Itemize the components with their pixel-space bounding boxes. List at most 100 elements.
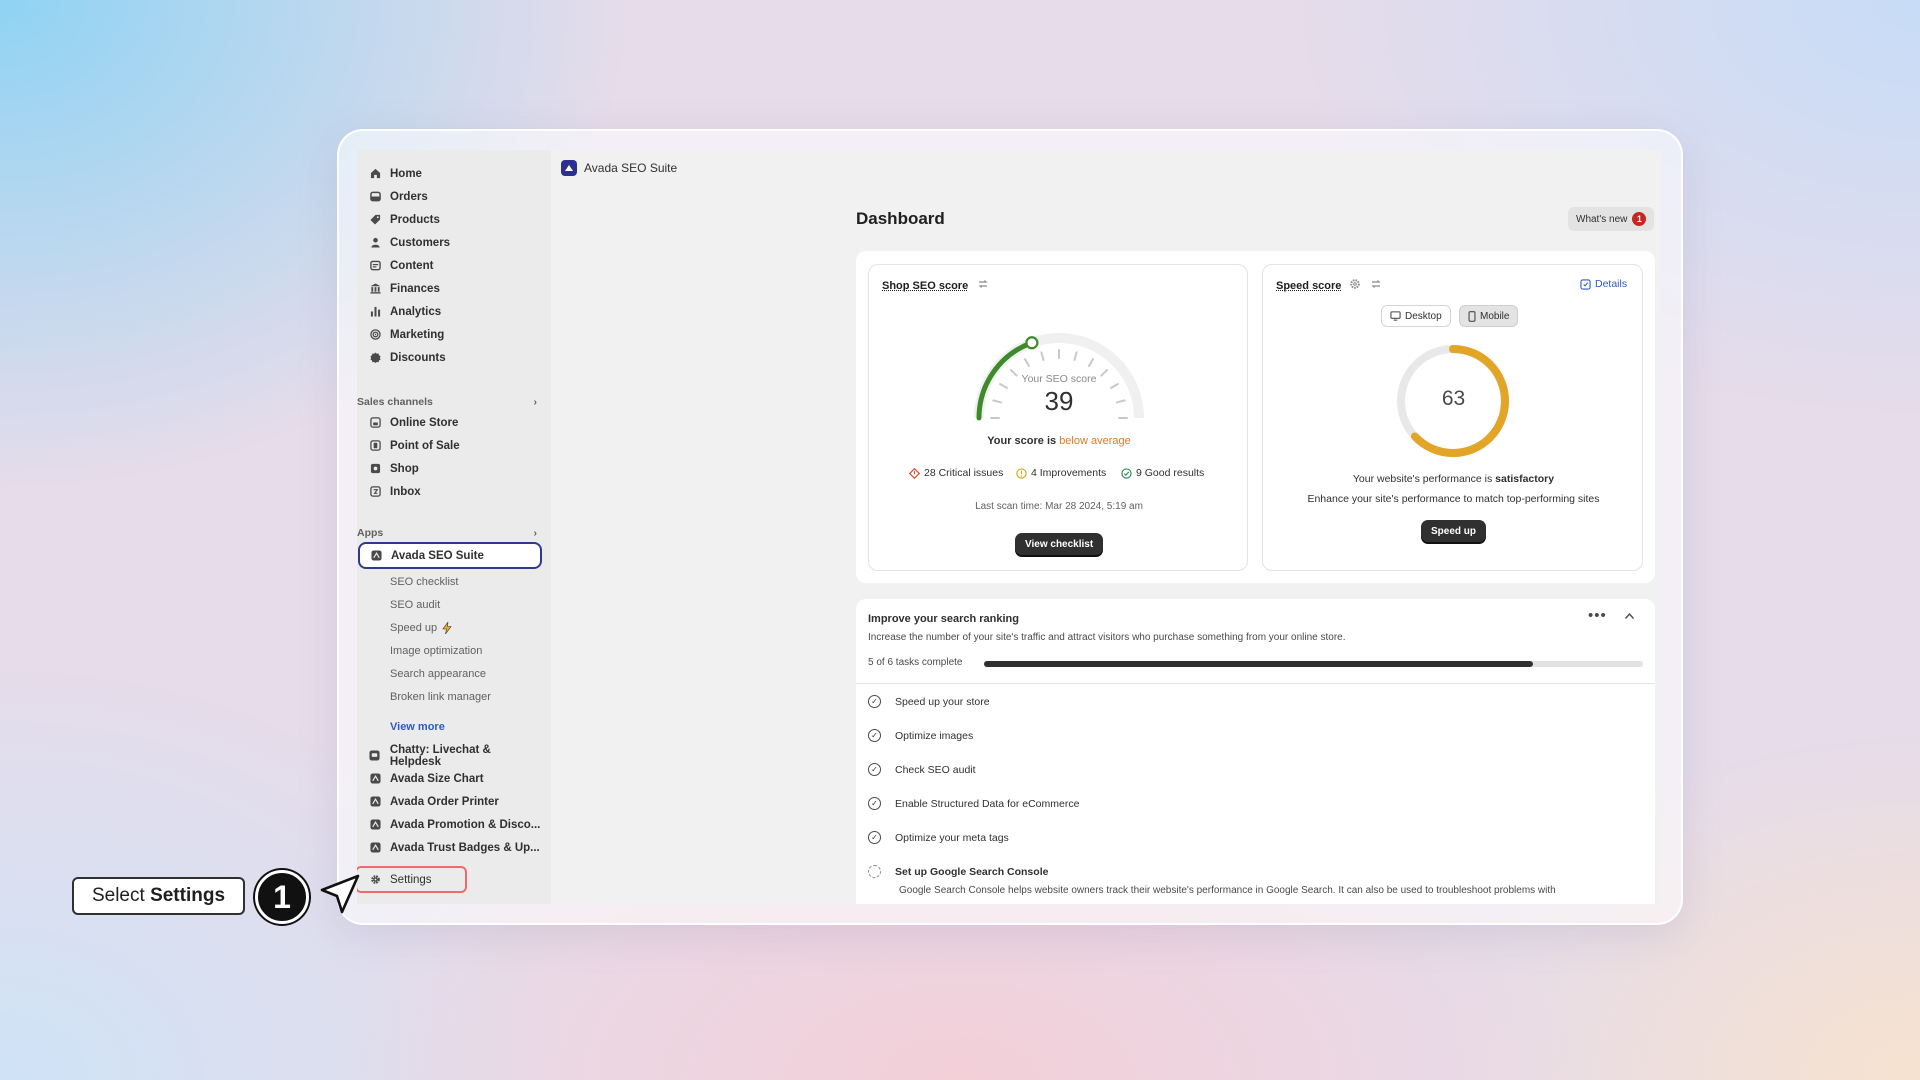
- home-icon: [369, 168, 381, 180]
- details-label: Details: [1595, 278, 1628, 290]
- check-circle-icon: ✓: [868, 695, 881, 708]
- sidebar-item-point-of-sale[interactable]: Point of Sale: [357, 434, 543, 457]
- sidebar-item-finances[interactable]: Finances: [357, 277, 543, 300]
- sidebar-item-label: Avada Size Chart: [390, 772, 484, 785]
- performance-value: satisfactory: [1495, 473, 1555, 485]
- sidebar-item-label: Orders: [390, 190, 428, 203]
- sidebar-item-label: Inbox: [390, 485, 421, 498]
- sidebar-sub-label: Speed up: [390, 622, 438, 634]
- sidebar-item-avada-promotion[interactable]: Avada Promotion & Disco...: [357, 813, 543, 836]
- task-item[interactable]: ✓ Optimize images: [868, 729, 973, 742]
- sidebar-sub-image-optimization[interactable]: Image optimization: [390, 641, 482, 661]
- check-circle-icon: ✓: [868, 729, 881, 742]
- app-icon: [369, 796, 381, 808]
- improve-description: Increase the number of your site's traff…: [868, 632, 1346, 643]
- sidebar-sub-speed-up[interactable]: Speed up: [390, 618, 452, 638]
- sidebar-item-label: Online Store: [390, 416, 459, 429]
- chevron-right-icon: ›: [533, 396, 538, 408]
- collapse-chevron-icon[interactable]: [1624, 611, 1635, 623]
- sidebar-sub-search-appearance[interactable]: Search appearance: [390, 664, 486, 684]
- sidebar-item-orders[interactable]: Orders: [357, 185, 543, 208]
- warning-icon: [1016, 467, 1027, 479]
- sidebar-item-label: Products: [390, 213, 440, 226]
- refresh-icon[interactable]: [1370, 278, 1382, 293]
- sidebar-sub-seo-audit[interactable]: SEO audit: [390, 595, 440, 615]
- sidebar-item-home[interactable]: Home: [357, 162, 543, 185]
- task-item[interactable]: ✓ Speed up your store: [868, 695, 990, 708]
- gauge-tick: [1073, 351, 1078, 362]
- check-circle-icon: ✓: [868, 831, 881, 844]
- task-label: Enable Structured Data for eCommerce: [895, 797, 1080, 810]
- desktop-label: Desktop: [1405, 310, 1442, 322]
- sidebar-sub-seo-checklist[interactable]: SEO checklist: [390, 572, 458, 592]
- task-label: Optimize images: [895, 729, 974, 742]
- improve-title: Improve your search ranking: [868, 613, 1019, 625]
- sidebar-item-label: Analytics: [390, 305, 442, 318]
- desktop-toggle[interactable]: Desktop: [1381, 305, 1451, 327]
- pending-task-description: Google Search Console helps website owne…: [899, 885, 1556, 896]
- callout-prefix: Select: [91, 885, 145, 906]
- sidebar-item-avada-size-chart[interactable]: Avada Size Chart: [357, 767, 543, 790]
- sidebar-item-label: Discounts: [390, 351, 446, 364]
- seo-score-status: Your score is below average: [869, 435, 1249, 447]
- sidebar-item-analytics[interactable]: Analytics: [357, 300, 543, 323]
- sales-channels-header[interactable]: Sales channels ›: [357, 396, 543, 408]
- task-item[interactable]: ✓ Check SEO audit: [868, 763, 976, 776]
- apps-header[interactable]: Apps ›: [357, 527, 543, 539]
- more-options-icon[interactable]: •••: [1588, 607, 1607, 624]
- mobile-toggle[interactable]: Mobile: [1459, 305, 1519, 327]
- sidebar-item-content[interactable]: Content: [357, 254, 543, 277]
- view-more-link[interactable]: View more: [390, 717, 445, 737]
- content-icon: [369, 260, 381, 272]
- lightning-icon: [442, 622, 452, 634]
- sidebar-item-label: Customers: [390, 236, 451, 249]
- sidebar-item-avada-seo-suite[interactable]: Avada SEO Suite: [358, 542, 542, 569]
- callout-target: Settings: [150, 885, 226, 906]
- mobile-icon: [1468, 310, 1476, 322]
- gauge-tick: [1088, 358, 1094, 368]
- sidebar-item-discounts[interactable]: Discounts: [357, 346, 543, 369]
- good-results[interactable]: 9 Good results: [1121, 467, 1204, 479]
- critical-issues[interactable]: 28 Critical issues: [909, 467, 1003, 479]
- performance-status: Your website's performance is satisfacto…: [1263, 473, 1644, 485]
- speed-up-button[interactable]: Speed up: [1421, 520, 1487, 542]
- seo-score-card: Shop SEO score Your SEO score 39 Your sc…: [868, 264, 1248, 571]
- app-icon: [370, 550, 382, 562]
- improvements[interactable]: 4 Improvements: [1016, 467, 1106, 479]
- task-item[interactable]: ✓ Enable Structured Data for eCommerce: [868, 797, 1079, 810]
- gauge-tick: [1040, 351, 1045, 362]
- score-status-value: below average: [1059, 435, 1131, 447]
- check-circle-icon: ✓: [868, 763, 881, 776]
- sidebar-item-products[interactable]: Products: [357, 208, 543, 231]
- target-icon: [369, 329, 381, 341]
- whats-new-button[interactable]: What's new 1: [1568, 207, 1655, 231]
- sidebar-item-marketing[interactable]: Marketing: [357, 323, 543, 346]
- seo-score-title[interactable]: Shop SEO score: [882, 280, 968, 292]
- sidebar-item-inbox[interactable]: Inbox: [357, 480, 543, 503]
- sidebar-item-online-store[interactable]: Online Store: [357, 411, 543, 434]
- chart-icon: [369, 306, 381, 318]
- view-checklist-button[interactable]: View checklist: [1015, 533, 1104, 555]
- settings-icon[interactable]: [1349, 278, 1361, 293]
- sidebar-sub-broken-link-manager[interactable]: Broken link manager: [390, 687, 491, 707]
- task-item[interactable]: ✓ Optimize your meta tags: [868, 831, 1009, 844]
- speed-score-value: 63: [1441, 387, 1466, 410]
- task-item-pending[interactable]: Set up Google Search Console: [868, 865, 1048, 878]
- sidebar-item-chatty[interactable]: Chatty: Livechat & Helpdesk: [357, 743, 543, 768]
- details-link[interactable]: Details: [1580, 278, 1627, 290]
- refresh-icon[interactable]: [977, 278, 989, 293]
- person-icon: [369, 237, 381, 249]
- sidebar-item-avada-order-printer[interactable]: Avada Order Printer: [357, 790, 543, 813]
- app-window: Home Orders Products Customers Content F…: [357, 150, 1661, 904]
- progress-fill: [984, 661, 1533, 667]
- section-label: Sales channels: [357, 396, 433, 408]
- sidebar-item-avada-trust-badges[interactable]: Avada Trust Badges & Up...: [357, 836, 543, 859]
- pos-icon: [369, 440, 381, 452]
- sidebar-item-label: Chatty: Livechat & Helpdesk: [389, 743, 491, 768]
- speed-score-title[interactable]: Speed score: [1276, 280, 1341, 292]
- sidebar-item-shop[interactable]: Shop: [357, 457, 543, 480]
- chevron-right-icon: ›: [533, 527, 538, 539]
- progress-text: 5 of 6 tasks complete: [868, 657, 963, 668]
- sidebar-item-customers[interactable]: Customers: [357, 231, 543, 254]
- sidebar-item-label: Marketing: [390, 328, 445, 341]
